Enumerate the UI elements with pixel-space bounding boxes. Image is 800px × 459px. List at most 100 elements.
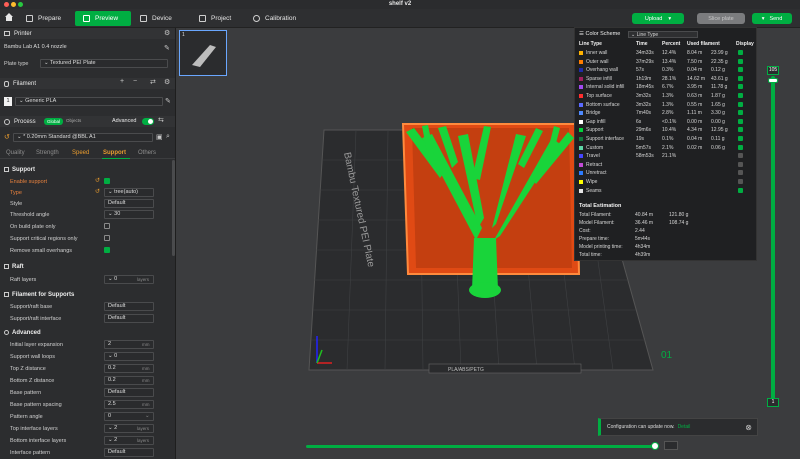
interface-pattern-select[interactable]: Default	[104, 448, 154, 457]
move-slider-readout	[664, 441, 678, 450]
estimation-value-2: 108.74 g	[669, 220, 689, 226]
advanced-icon	[4, 330, 9, 335]
move-slider-track[interactable]	[306, 445, 654, 448]
support-style-select[interactable]: Default	[104, 199, 154, 208]
advanced-row: Initial layer expansion 2 mm	[0, 339, 172, 350]
home-icon	[5, 13, 13, 21]
support-wall-loops-input[interactable]: ⌄ 0	[104, 352, 154, 361]
display-checkbox[interactable]	[738, 144, 743, 150]
color-scheme-select[interactable]: ⌄ Line Type	[628, 31, 698, 38]
line-type-time: 37m29s	[636, 58, 654, 65]
plate-thumbnail[interactable]: 1	[179, 30, 227, 76]
tab-speed[interactable]: Speed	[72, 150, 89, 156]
display-checkbox[interactable]	[738, 170, 743, 176]
line-type-length: 0.63 m	[687, 93, 703, 99]
line-type-weight: 0.06 g	[711, 144, 725, 151]
line-type-time: 58m53s	[636, 153, 654, 160]
display-checkbox[interactable]	[738, 161, 743, 167]
display-checkbox[interactable]	[738, 84, 743, 90]
line-type-time: 1h19m	[636, 75, 652, 82]
support-base-select[interactable]: Default	[104, 302, 154, 311]
reset-icon[interactable]: ↺	[95, 188, 100, 195]
line-type-row: Sparse infill 1h19m 28.1% 14.62 m 43.61 g	[579, 75, 755, 83]
tab-prepare[interactable]: Prepare	[18, 11, 74, 26]
line-type-row: Bottom surface 3m32s 1.3% 0.55 m 1.65 g	[579, 101, 755, 109]
line-type-weight: 22.35 g	[711, 58, 728, 65]
layer-slider-track[interactable]	[771, 76, 775, 406]
tab-preview[interactable]: Preview	[75, 11, 131, 26]
enable-support-checkbox[interactable]	[104, 178, 110, 184]
add-filament-icon[interactable]: +	[120, 78, 124, 85]
process-global-toggle[interactable]: Global	[44, 118, 64, 125]
notification-detail-link[interactable]: Detail	[678, 424, 691, 430]
title-bar: shelf v2	[0, 0, 800, 9]
remove-filament-icon[interactable]: −	[133, 78, 137, 85]
display-checkbox[interactable]	[738, 101, 743, 107]
process-preset-select[interactable]: ⌄ * 0.20mm Standard @BBL A1	[13, 133, 153, 142]
home-button[interactable]	[4, 12, 14, 22]
close-icon[interactable]: ⊗	[745, 423, 752, 432]
reset-icon[interactable]: ↺	[95, 177, 100, 184]
line-type-weight: 0.11 g	[711, 136, 725, 142]
display-checkbox[interactable]	[738, 50, 743, 55]
remove-small-overhangs-checkbox[interactable]	[104, 247, 110, 253]
display-checkbox[interactable]	[738, 118, 743, 124]
filament-select[interactable]: ⌄ Generic PLA	[15, 97, 163, 106]
display-checkbox[interactable]	[738, 153, 743, 159]
edit-filament-icon[interactable]: ✎	[165, 97, 171, 105]
process-objects-toggle[interactable]: Objects	[66, 118, 81, 123]
save-preset-icon[interactable]: ▣	[156, 133, 163, 141]
search-icon[interactable]: ⌕	[166, 133, 170, 141]
tab-project[interactable]: Project	[191, 11, 247, 26]
line-type-time: 6s	[636, 118, 642, 125]
upload-button[interactable]: Upload ▾	[632, 13, 684, 24]
printer-settings-icon[interactable]: ⚙	[164, 29, 170, 37]
tab-device[interactable]: Device	[132, 11, 188, 26]
tab-support[interactable]: Support	[103, 150, 126, 156]
plate-thumbnail-image	[192, 45, 216, 67]
threshold-angle-input[interactable]: ⌄ 30	[104, 210, 154, 219]
filament-settings-icon[interactable]: ⚙	[164, 78, 170, 86]
display-checkbox[interactable]	[738, 179, 743, 184]
line-type-percent: 21.1%	[662, 153, 677, 160]
layer-slider-top-handle[interactable]	[768, 78, 778, 83]
printer-icon	[4, 31, 10, 36]
line-type-row: Travel 58m53s 21.1%	[579, 153, 755, 160]
slice-plate-button[interactable]: Slice plate	[697, 13, 745, 24]
display-checkbox[interactable]	[738, 58, 743, 64]
threshold-angle-row: Threshold angle ⌄ 30	[0, 209, 172, 220]
support-interface-row: Support/raft interface Default	[0, 313, 172, 324]
tab-calibration[interactable]: Calibration	[245, 11, 309, 26]
display-checkbox[interactable]	[738, 136, 743, 141]
advanced-toggle[interactable]	[142, 118, 154, 125]
filament-sync-icon[interactable]: ⇄	[150, 78, 156, 86]
estimation-row: Total Filament: 40.84 m 121.80 g	[579, 212, 755, 219]
plate-type-select[interactable]: ⌄ Textured PEI Plate	[40, 59, 168, 68]
line-type-swatch	[579, 76, 583, 81]
support-interface-select[interactable]: Default	[104, 314, 154, 323]
reset-icon[interactable]: ↺	[4, 133, 10, 141]
layer-slider[interactable]: 105 1	[767, 66, 779, 411]
build-plate-only-checkbox[interactable]	[104, 223, 110, 229]
display-checkbox[interactable]	[738, 75, 743, 81]
tab-quality[interactable]: Quality	[6, 150, 25, 156]
enable-support-row: Enable support ↺	[0, 176, 172, 187]
display-checkbox[interactable]	[738, 127, 743, 133]
display-checkbox[interactable]	[738, 187, 743, 193]
compare-icon[interactable]: ⇆	[158, 116, 164, 124]
display-checkbox[interactable]	[738, 110, 743, 116]
line-type-row: Gap infill 6s <0.1% 0.00 m 0.00 g	[579, 118, 755, 126]
printer-select[interactable]: Bambu Lab A1 0.4 nozzle	[4, 44, 162, 53]
process-icon	[4, 118, 10, 125]
edit-printer-icon[interactable]: ✎	[164, 44, 170, 52]
support-type-select[interactable]: ⌄ tree(auto)	[104, 188, 154, 197]
tab-others[interactable]: Others	[138, 150, 156, 156]
tab-strength[interactable]: Strength	[36, 150, 59, 156]
move-slider-handle[interactable]	[651, 442, 659, 450]
display-checkbox[interactable]	[738, 67, 743, 73]
critical-regions-checkbox[interactable]	[104, 235, 110, 241]
base-pattern-select[interactable]: Default	[104, 388, 154, 397]
sidebar-scrollbar[interactable]	[172, 160, 175, 256]
display-checkbox[interactable]	[738, 93, 743, 98]
send-button[interactable]: ▾ Send	[752, 13, 792, 24]
